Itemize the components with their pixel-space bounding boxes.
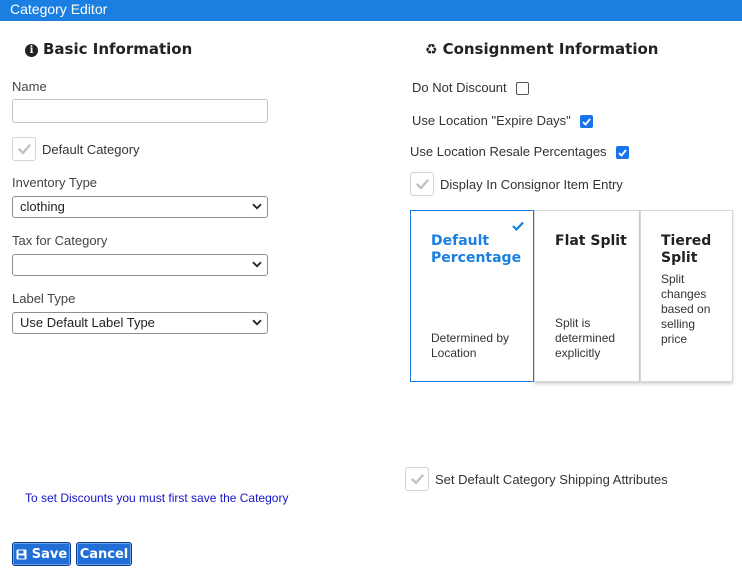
split-card-default-percentage[interactable]: Default Percentage Determined by Locatio… <box>410 210 534 382</box>
floppy-disk-icon <box>16 549 27 559</box>
checkmark-icon <box>617 148 627 157</box>
consignment-information-title: Consignment Information <box>442 40 659 58</box>
split-card-description: Split changes based on selling price <box>661 272 711 346</box>
use-location-expire-days-label: Use Location "Expire Days" <box>412 112 571 128</box>
do-not-discount-checkbox[interactable] <box>515 82 529 95</box>
do-not-discount-row[interactable]: Do Not Discount <box>412 79 529 95</box>
selected-check-icon <box>512 221 524 231</box>
display-in-consignor-item-entry-row[interactable]: Display In Consignor Item Entry <box>410 172 623 196</box>
cancel-button-label: Cancel <box>79 546 129 562</box>
discount-note: To set Discounts you must first save the… <box>25 491 289 505</box>
do-not-discount-label: Do Not Discount <box>412 79 507 95</box>
display-in-consignor-item-entry-label: Display In Consignor Item Entry <box>440 176 623 192</box>
split-card-tiered-split[interactable]: Tiered Split Split changes based on sell… <box>640 210 733 382</box>
inventory-type-value: clothing <box>20 199 65 214</box>
label-type-select[interactable]: Use Default Label Type <box>12 312 268 334</box>
chevron-down-icon <box>252 203 262 210</box>
basic-information-title: Basic Information <box>43 40 193 58</box>
window-title-bar: Category Editor <box>0 0 742 21</box>
chevron-down-icon <box>252 261 262 268</box>
window-title: Category Editor <box>10 1 108 17</box>
consignment-information-heading: ♻ Consignment Information <box>425 40 658 58</box>
split-card-description: Split is determined explicitly <box>555 316 616 360</box>
tax-for-category-label: Tax for Category <box>12 233 108 248</box>
use-location-resale-percentages-label: Use Location Resale Percentages <box>410 143 607 159</box>
label-type-value: Use Default Label Type <box>20 315 155 330</box>
name-label: Name <box>12 79 47 94</box>
use-location-resale-percentages-row[interactable]: Use Location Resale Percentages <box>410 143 629 159</box>
default-category-checkbox[interactable] <box>12 137 36 161</box>
tax-for-category-select[interactable] <box>12 254 268 276</box>
use-location-expire-days-checkbox[interactable] <box>579 115 593 128</box>
shipping-attributes-checkbox[interactable] <box>405 467 429 491</box>
default-category-label: Default Category <box>42 141 140 157</box>
use-location-expire-days-row[interactable]: Use Location "Expire Days" <box>412 112 593 128</box>
default-category-checkbox-row[interactable]: Default Category <box>12 137 140 161</box>
split-card-description: Determined by Location <box>431 331 510 360</box>
save-button-label: Save <box>31 546 68 562</box>
checkmark-icon <box>582 117 591 126</box>
checkmark-icon <box>415 178 429 189</box>
save-button[interactable]: Save <box>12 542 71 566</box>
basic-information-heading: i Basic Information <box>25 40 192 58</box>
checkmark-icon <box>410 473 424 484</box>
cancel-button[interactable]: Cancel <box>76 542 132 566</box>
split-card-title: Tiered Split <box>661 233 712 266</box>
shipping-attributes-row[interactable]: Set Default Category Shipping Attributes <box>405 467 668 491</box>
checkmark-icon <box>17 143 31 154</box>
inventory-type-label: Inventory Type <box>12 175 98 190</box>
display-in-consignor-item-entry-checkbox[interactable] <box>410 172 434 196</box>
chevron-down-icon <box>252 319 262 326</box>
split-card-title: Flat Split <box>555 233 627 249</box>
split-card-title: Default Percentage <box>431 233 522 266</box>
name-input[interactable] <box>12 99 268 123</box>
split-type-selector: Default Percentage Determined by Locatio… <box>410 210 733 382</box>
split-card-flat-split[interactable]: Flat Split Split is determined explicitl… <box>534 210 640 382</box>
label-type-label: Label Type <box>12 291 76 306</box>
shipping-attributes-label: Set Default Category Shipping Attributes <box>435 471 668 487</box>
recycle-icon: ♻ <box>425 42 438 58</box>
inventory-type-select[interactable]: clothing <box>12 196 268 218</box>
info-circle-icon: i <box>25 44 38 57</box>
use-location-resale-percentages-checkbox[interactable] <box>615 146 629 159</box>
